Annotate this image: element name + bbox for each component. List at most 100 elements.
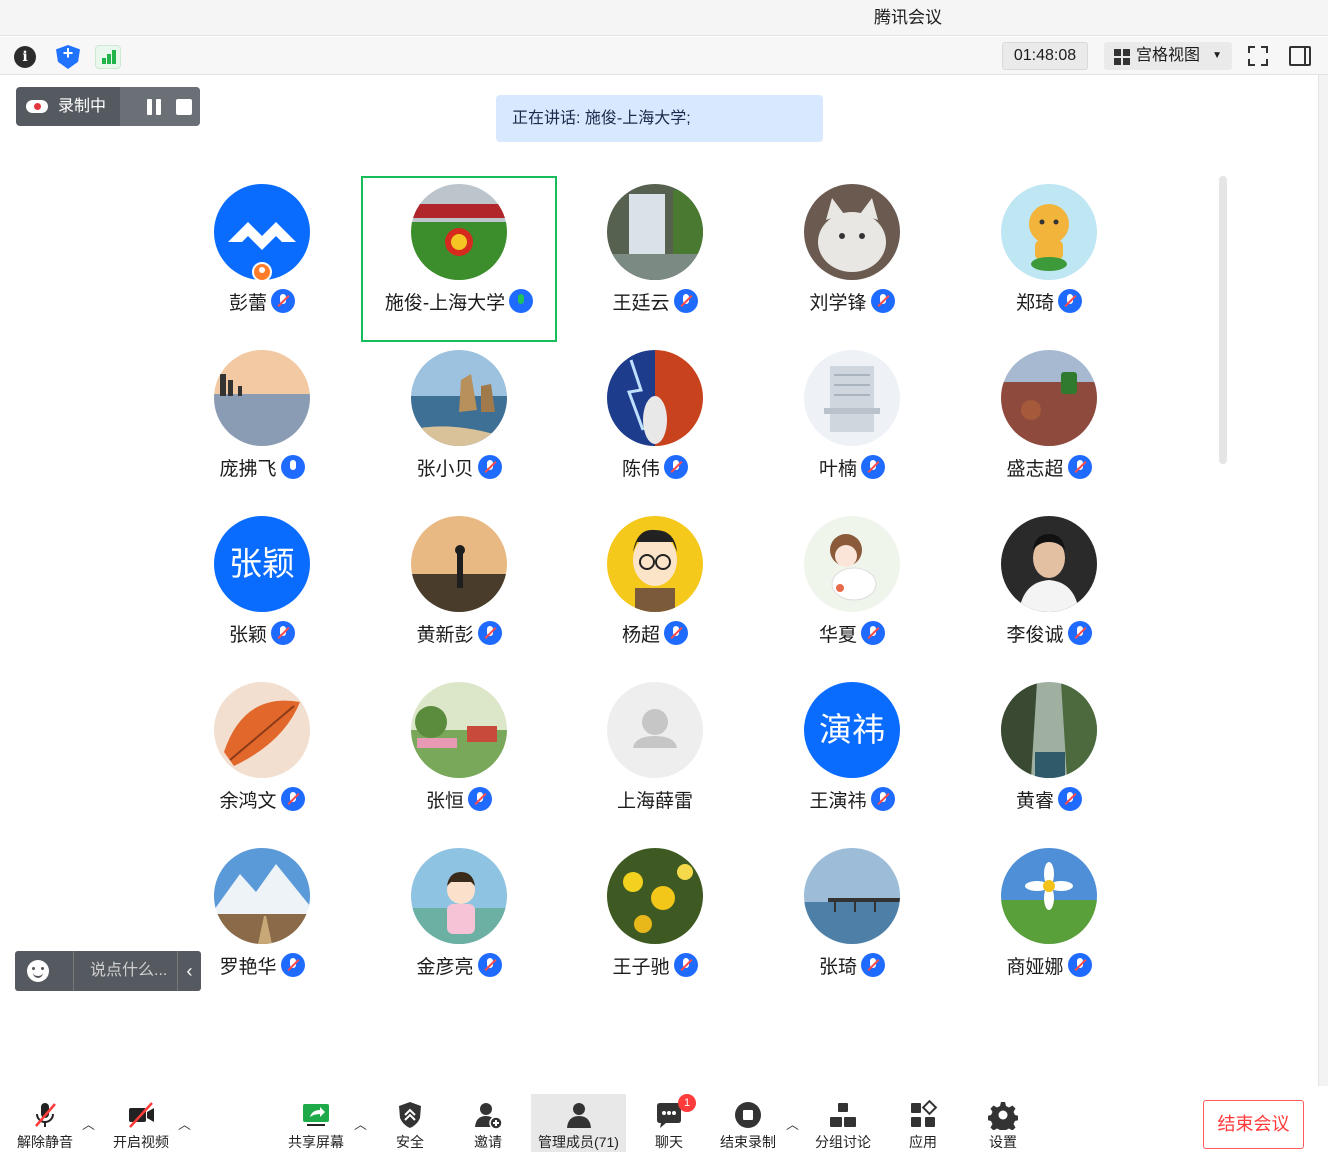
side-panel-icon[interactable]	[1289, 46, 1311, 66]
mic-muted-icon	[870, 787, 895, 811]
participant-tile[interactable]: 郑琦	[951, 176, 1147, 342]
mic-muted-icon	[673, 289, 698, 313]
participant-name-row: 彭蕾	[164, 288, 360, 315]
participant-name: 张恒	[425, 791, 464, 812]
chat-button[interactable]: 1 聊天	[624, 1094, 714, 1152]
breakout-rooms-button[interactable]: 分组讨论	[798, 1094, 888, 1152]
apps-button[interactable]: 应用	[878, 1094, 968, 1152]
participant-tile[interactable]: 叶楠	[754, 342, 950, 508]
participant-tile[interactable]: 金彦亮	[361, 840, 557, 1006]
participant-name: 王演祎	[809, 791, 867, 812]
participant-name-row: 张颖	[164, 620, 360, 647]
mic-muted-icon	[861, 953, 885, 977]
participant-name-row: 华夏	[754, 620, 950, 647]
stop-recording-button[interactable]: 结束录制	[703, 1094, 793, 1152]
chat-unread-badge: 1	[678, 1094, 696, 1112]
participant-name: 黄睿	[1015, 791, 1054, 812]
participant-tile[interactable]: 施俊-上海大学	[361, 176, 557, 342]
participant-name: 张琦	[818, 957, 857, 978]
end-meeting-button[interactable]: 结束会议	[1203, 1100, 1304, 1149]
participant-tile[interactable]: 张颖 张颖	[164, 508, 360, 674]
add-user-icon	[475, 1103, 503, 1130]
participant-name-row: 陈伟	[557, 454, 753, 481]
participant-tile[interactable]: 盛志超	[951, 342, 1147, 508]
participant-tile[interactable]: 黄睿	[951, 674, 1147, 840]
participant-name-row: 上海薛雷	[557, 786, 753, 813]
participant-tile[interactable]: 陈伟	[557, 342, 753, 508]
chat-input-placeholder[interactable]: 说点什么...	[73, 951, 167, 991]
participant-name: 罗艳华	[219, 957, 277, 978]
avatar: 张颖	[214, 516, 310, 612]
participant-name-row: 余鸿文	[164, 786, 360, 813]
settings-label: 设置	[989, 1134, 1017, 1150]
participant-tile[interactable]: 张恒	[361, 674, 557, 840]
share-screen-button[interactable]: 共享屏幕	[271, 1094, 361, 1152]
participant-tile[interactable]: 王子驰	[557, 840, 753, 1006]
start-video-button[interactable]: 开启视频	[96, 1094, 186, 1152]
fullscreen-icon[interactable]	[1248, 46, 1268, 66]
avatar	[607, 516, 703, 612]
chevron-up-icon[interactable]: ︿	[178, 1114, 191, 1133]
top-toolbar: i 01:48:08 宫格视图 ▼	[0, 37, 1328, 75]
participant-name: 黄新彭	[416, 625, 474, 646]
mic-muted-icon	[477, 621, 502, 645]
participant-tile[interactable]: 华夏	[754, 508, 950, 674]
participant-tile[interactable]: 彭蕾	[164, 176, 360, 342]
participant-tile[interactable]: 杨超	[557, 508, 753, 674]
participant-name-row: 王廷云	[557, 288, 753, 315]
window-titlebar: 腾讯会议	[0, 0, 1328, 36]
participant-tile[interactable]: 李俊诚	[951, 508, 1147, 674]
unmute-button[interactable]: 解除静音	[0, 1094, 90, 1152]
camera-off-icon	[129, 1102, 154, 1128]
participant-tile[interactable]: 刘学锋	[754, 176, 950, 342]
participant-tile[interactable]: 张小贝	[361, 342, 557, 508]
participant-name: 李俊诚	[1006, 625, 1064, 646]
view-mode-dropdown[interactable]: 宫格视图 ▼	[1104, 42, 1232, 70]
avatar	[1001, 184, 1097, 280]
participant-tile[interactable]: 王廷云	[557, 176, 753, 342]
manage-members-button[interactable]: 管理成员(71)	[531, 1094, 626, 1152]
settings-button[interactable]: 设置	[958, 1094, 1048, 1152]
avatar	[1001, 848, 1097, 944]
mic-muted-icon	[861, 621, 885, 645]
grid-view-icon	[1114, 49, 1130, 65]
meeting-timer: 01:48:08	[1002, 42, 1088, 70]
emoji-icon[interactable]	[27, 960, 49, 982]
participant-name-row: 盛志超	[951, 454, 1147, 481]
participant-tile[interactable]: 黄新彭	[361, 508, 557, 674]
chevron-up-icon[interactable]: ︿	[82, 1114, 95, 1133]
stop-icon[interactable]	[176, 99, 192, 115]
recording-label: 录制中	[58, 98, 107, 115]
participant-tile[interactable]: 张琦	[754, 840, 950, 1006]
chevron-down-icon: ▼	[1212, 50, 1222, 61]
stop-record-icon	[735, 1102, 761, 1128]
participant-name: 张颖	[228, 625, 267, 646]
security-label: 安全	[396, 1134, 424, 1150]
avatar	[411, 682, 507, 778]
participant-tile[interactable]: 上海薛雷	[557, 674, 753, 840]
avatar	[607, 682, 703, 778]
manage-members-label: 管理成员(71)	[538, 1134, 619, 1150]
security-shield-icon[interactable]	[56, 45, 80, 69]
participant-tile[interactable]: 商娅娜	[951, 840, 1147, 1006]
participant-name: 彭蕾	[228, 293, 267, 314]
pause-icon[interactable]	[146, 99, 162, 115]
view-mode-label: 宫格视图	[1136, 47, 1201, 64]
mic-muted-icon	[477, 455, 502, 479]
avatar	[607, 848, 703, 944]
info-icon[interactable]: i	[14, 46, 36, 68]
host-badge-icon	[252, 262, 272, 282]
security-button[interactable]: 安全	[365, 1094, 455, 1152]
mic-muted-icon	[1067, 455, 1092, 479]
participant-tile[interactable]: 余鸿文	[164, 674, 360, 840]
participant-tile[interactable]: 演祎 王演祎	[754, 674, 950, 840]
invite-button[interactable]: 邀请	[443, 1094, 533, 1152]
chevron-left-icon[interactable]: ‹	[177, 951, 201, 991]
participant-tile[interactable]: 庞拂飞	[164, 342, 360, 508]
quick-chat-box[interactable]: 说点什么... ‹	[15, 951, 201, 991]
avatar	[411, 848, 507, 944]
mic-muted-icon	[861, 455, 885, 479]
participant-name: 王子驰	[612, 957, 670, 978]
grid-scrollbar[interactable]	[1219, 176, 1227, 464]
network-signal-icon[interactable]	[95, 45, 121, 69]
